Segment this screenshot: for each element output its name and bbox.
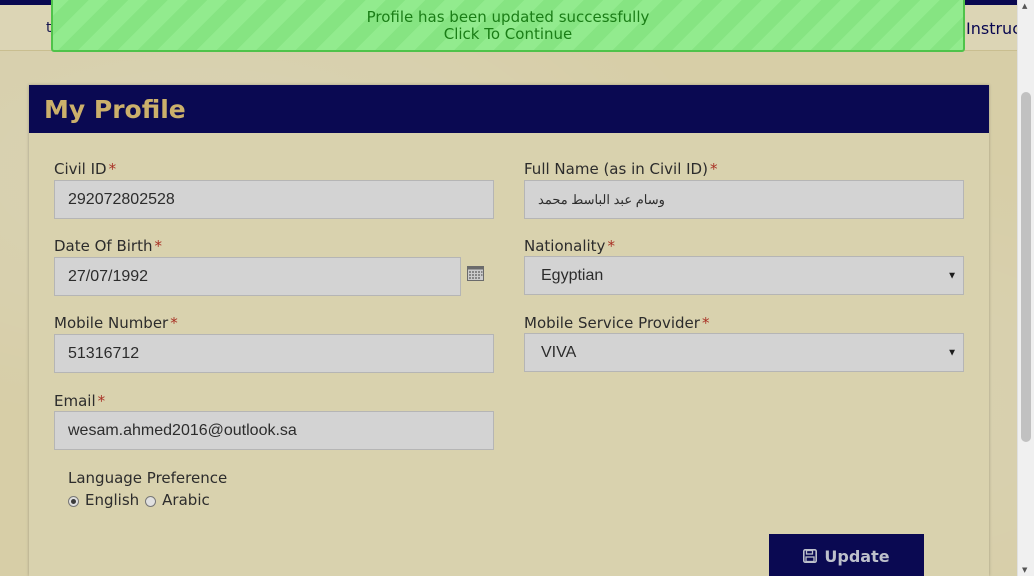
full-name-input[interactable]: وسام عبد الباسط محمد [524,180,964,219]
radio-english[interactable] [68,496,79,507]
full-name-label: Full Name (as in Civil ID) * [524,160,717,178]
provider-label-text: Mobile Service Provider [524,314,700,332]
mobile-label: Mobile Number * [54,314,178,332]
required-mark: * [97,392,106,410]
calendar-icon[interactable] [467,265,484,281]
civil-id-input[interactable]: 292072802528 [54,180,494,219]
nationality-label-text: Nationality [524,237,606,255]
mobile-value: 51316712 [68,344,140,362]
radio-arabic[interactable] [145,496,157,507]
update-button-label: Update [824,546,890,566]
email-label-text: Email [54,392,96,410]
language-options: English Arabic [68,491,210,509]
dob-label: Date Of Birth * [54,237,162,255]
dob-label-text: Date Of Birth [54,237,153,255]
mobile-input[interactable]: 51316712 [54,334,494,373]
provider-select[interactable]: VIVA ▼ [524,333,964,372]
scroll-down-icon[interactable]: ▼ [1022,566,1027,574]
nationality-select[interactable]: Egyptian ▼ [524,256,964,295]
email-label: Email * [54,392,105,410]
nav-item-instructions[interactable]: Instruct [966,19,1018,38]
civil-id-value: 292072802528 [68,190,175,208]
required-mark: * [607,237,615,255]
profile-card: My Profile Civil ID * 292072802528 Full N… [29,85,989,576]
required-mark: * [709,160,718,178]
full-name-value: وسام عبد الباسط محمد [538,191,665,207]
chevron-down-icon: ▼ [947,270,957,281]
mobile-label-text: Mobile Number [54,314,169,332]
save-icon [803,549,818,563]
required-mark: * [170,314,178,332]
required-mark: * [108,160,117,178]
success-toast[interactable]: Profile has been updated successfully Cl… [51,0,965,52]
toast-message: Profile has been updated successfully [366,8,650,26]
required-mark: * [154,237,163,255]
nationality-value: Egyptian [541,266,604,284]
dob-value: 27/07/1992 [68,267,149,285]
civil-id-label-text: Civil ID [54,160,107,178]
provider-label: Mobile Service Provider * [524,314,709,332]
radio-arabic-label[interactable]: Arabic [162,491,210,509]
scrollbar-thumb[interactable] [1021,92,1031,442]
radio-english-label[interactable]: English [85,491,139,509]
language-preference-label: Language Preference [68,469,228,487]
update-button[interactable]: Update [769,534,924,576]
chevron-down-icon: ▼ [947,347,957,358]
nationality-label: Nationality * [524,237,615,255]
civil-id-label: Civil ID * [54,160,116,178]
full-name-label-text: Full Name (as in Civil ID) [524,160,708,178]
page-title: My Profile [44,94,186,124]
scrollbar[interactable]: ▲ ▼ [1017,0,1034,576]
scroll-up-icon[interactable]: ▲ [1022,2,1027,10]
email-value: wesam.ahmed2016@outlook.sa [68,421,297,439]
email-input[interactable]: wesam.ahmed2016@outlook.sa [54,411,494,450]
card-header: My Profile [29,85,989,133]
dob-input[interactable]: 27/07/1992 [54,257,461,296]
toast-continue-link[interactable]: Click To Continue [444,26,573,43]
required-mark: * [701,314,710,332]
provider-value: VIVA [541,343,577,361]
